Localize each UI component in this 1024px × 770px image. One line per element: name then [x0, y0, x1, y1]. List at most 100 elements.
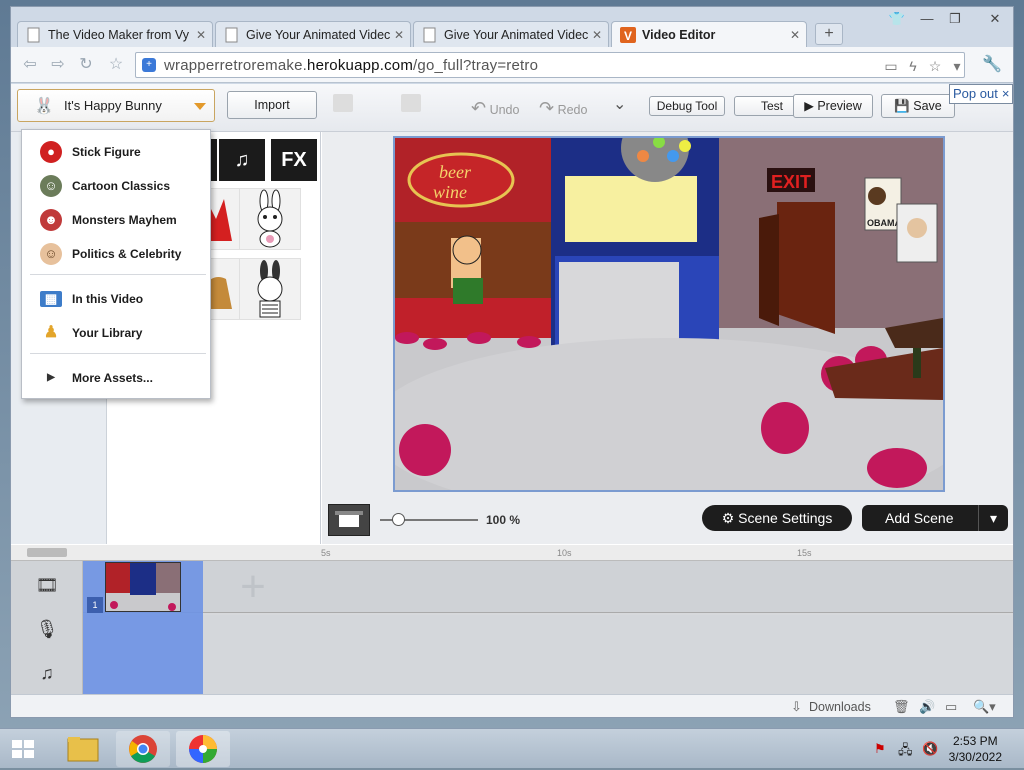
blocked-popup-icon[interactable]: ▭: [882, 57, 900, 75]
tab-give-animated-1[interactable]: Give Your Animated Videc ✕: [215, 21, 411, 47]
scene-track[interactable]: [83, 561, 1013, 613]
wrench-icon[interactable]: 🔧: [981, 55, 1003, 75]
preview-button[interactable]: ▶ Preview: [793, 94, 873, 118]
timeline: 5s 10s 15s 🎞 🎙 ♫ 1 +: [11, 545, 1013, 697]
undo-label: Undo: [489, 103, 520, 117]
windows-logo-icon: [12, 740, 34, 758]
theme-selector-button[interactable]: 🐰 It's Happy Bunny: [17, 89, 215, 122]
clock[interactable]: 2:53 PM 3/30/2022: [949, 733, 1002, 765]
file-explorer-taskbar-button[interactable]: [56, 731, 110, 767]
close-icon[interactable]: ✕: [394, 28, 404, 42]
close-icon[interactable]: ✕: [592, 28, 602, 42]
downloads-link[interactable]: Downloads: [809, 700, 871, 714]
minimize-icon[interactable]: —: [915, 11, 939, 29]
tab-video-editor[interactable]: V Video Editor ✕: [611, 21, 807, 47]
menu-item-stick-figure[interactable]: ● Stick Figure: [22, 136, 210, 166]
music-note-icon: ♫: [40, 663, 54, 683]
taskbar: ⚑ 🖧 🔇 2:53 PM 3/30/2022: [0, 728, 1024, 768]
menu-item-monsters-mayhem[interactable]: ☻ Monsters Mayhem: [22, 204, 210, 234]
scene-settings-button[interactable]: ⚙ Scene Settings: [702, 505, 852, 531]
scene-thumbnail[interactable]: [105, 562, 181, 612]
timeline-ruler[interactable]: 5s 10s 15s: [11, 545, 1013, 561]
window-icon[interactable]: ▭: [945, 699, 957, 715]
reload-icon[interactable]: ↻: [75, 55, 97, 75]
menu-item-more-assets[interactable]: ▶ More Assets...: [22, 362, 210, 392]
delete-icon[interactable]: [401, 94, 421, 112]
copy-icon[interactable]: [333, 94, 353, 112]
start-button[interactable]: [0, 731, 48, 767]
menu-item-in-this-video[interactable]: ▦ In this Video: [22, 283, 210, 313]
network-icon[interactable]: 🖧: [898, 741, 913, 763]
menu-item-your-library[interactable]: ♟ Your Library: [22, 317, 210, 347]
new-tab-button[interactable]: +: [815, 23, 843, 45]
chrome-taskbar-button[interactable]: [116, 731, 170, 767]
menu-item-politics-celebrity[interactable]: ☺ Politics & Celebrity: [22, 238, 210, 268]
zoom-icon[interactable]: 🔍▾: [973, 699, 996, 715]
scene-stage[interactable]: beer wine EXIT OBAMA: [393, 136, 945, 492]
volume-muted-icon[interactable]: 🔇: [922, 741, 938, 757]
bunny-character-thumbnail[interactable]: [239, 188, 301, 250]
zoom-bar: 100 % ⚙ Scene Settings Add Scene ▾: [322, 494, 1013, 544]
music-category-tab[interactable]: ♫: [219, 139, 265, 181]
timeline-handle-icon[interactable]: [27, 548, 67, 557]
profile-icon[interactable]: 👕: [885, 11, 909, 29]
folder-icon: [67, 737, 99, 762]
tab-give-animated-2[interactable]: Give Your Animated Videc ✕: [413, 21, 609, 47]
close-icon[interactable]: ✕: [196, 28, 206, 42]
star-icon[interactable]: ☆: [926, 57, 944, 75]
bunny-skeleton-thumbnail[interactable]: [239, 258, 301, 320]
back-icon[interactable]: ⇦: [19, 55, 41, 75]
play-arrow-icon: ▶: [47, 372, 55, 383]
trash-icon[interactable]: 🗑: [893, 699, 910, 715]
add-scene-label: Add Scene: [885, 510, 954, 526]
page-icon: [224, 27, 240, 43]
tab-title: Video Editor: [642, 28, 716, 42]
action-center-flag-icon[interactable]: ⚑: [874, 741, 886, 757]
add-scene-button[interactable]: Add Scene ▾: [862, 505, 1008, 531]
debug-tool-button[interactable]: Debug Tool: [649, 96, 725, 116]
save-label: Save: [913, 99, 942, 113]
menu-item-label: More Assets...: [72, 371, 153, 385]
film-strip-icon: 🎞: [35, 575, 59, 595]
close-icon[interactable]: ×: [1002, 86, 1010, 101]
add-scene-placeholder-icon[interactable]: +: [233, 565, 273, 609]
pop-out-tooltip[interactable]: Pop out ×: [949, 84, 1013, 104]
editor-toolbar: 🐰 It's Happy Bunny Import ↶ Undo ↷ Redo …: [11, 84, 1013, 132]
redo-button[interactable]: ↷ Redo: [539, 98, 587, 119]
bookmark-star-icon[interactable]: ☆: [105, 55, 127, 75]
close-icon[interactable]: ✕: [790, 28, 800, 42]
import-button[interactable]: Import: [227, 91, 317, 119]
address-bar[interactable]: + wrapperretroremake.herokuapp.com/go_fu…: [135, 52, 965, 78]
chevron-down-icon[interactable]: ▾: [978, 505, 1008, 531]
camera-button[interactable]: [328, 504, 370, 536]
theme-label: It's Happy Bunny: [64, 98, 162, 113]
audio-track[interactable]: [83, 615, 1013, 694]
restore-icon[interactable]: ❐: [943, 11, 967, 29]
track-labels: 🎞 🎙 ♫: [11, 561, 83, 694]
tick-label: 5s: [321, 548, 331, 558]
beer-sign-text: beer: [439, 162, 472, 182]
film-icon: ▦: [40, 291, 62, 307]
redo-icon: ↷: [539, 98, 555, 118]
dropdown-arrow-icon[interactable]: ▾: [948, 57, 966, 75]
flash-icon[interactable]: ϟ: [904, 57, 922, 75]
forward-icon[interactable]: ⇨: [47, 55, 69, 75]
speaker-icon[interactable]: 🔊: [919, 699, 935, 715]
menu-divider: [30, 274, 206, 275]
fx-category-tab[interactable]: FX: [271, 139, 317, 181]
undo-button[interactable]: ↶ Undo: [471, 98, 519, 119]
save-button[interactable]: 💾 Save: [881, 94, 955, 118]
window-close-icon[interactable]: ✕: [983, 11, 1007, 29]
menu-item-label: Cartoon Classics: [72, 179, 171, 193]
menu-item-cartoon-classics[interactable]: ☺ Cartoon Classics: [22, 170, 210, 200]
scene-settings-label: Scene Settings: [738, 510, 833, 526]
redo-label: Redo: [557, 103, 588, 117]
more-chevron-icon[interactable]: ⌄: [613, 94, 626, 114]
tab-title: Give Your Animated Videc: [444, 28, 589, 42]
bunny-icon: 🐰: [34, 98, 54, 115]
photos-taskbar-button[interactable]: [176, 731, 230, 767]
zoom-value: 100 %: [486, 513, 521, 527]
zoom-slider-handle[interactable]: [392, 513, 405, 526]
tab-video-maker[interactable]: The Video Maker from Vy ✕: [17, 21, 213, 47]
site-info-icon[interactable]: +: [142, 58, 156, 72]
